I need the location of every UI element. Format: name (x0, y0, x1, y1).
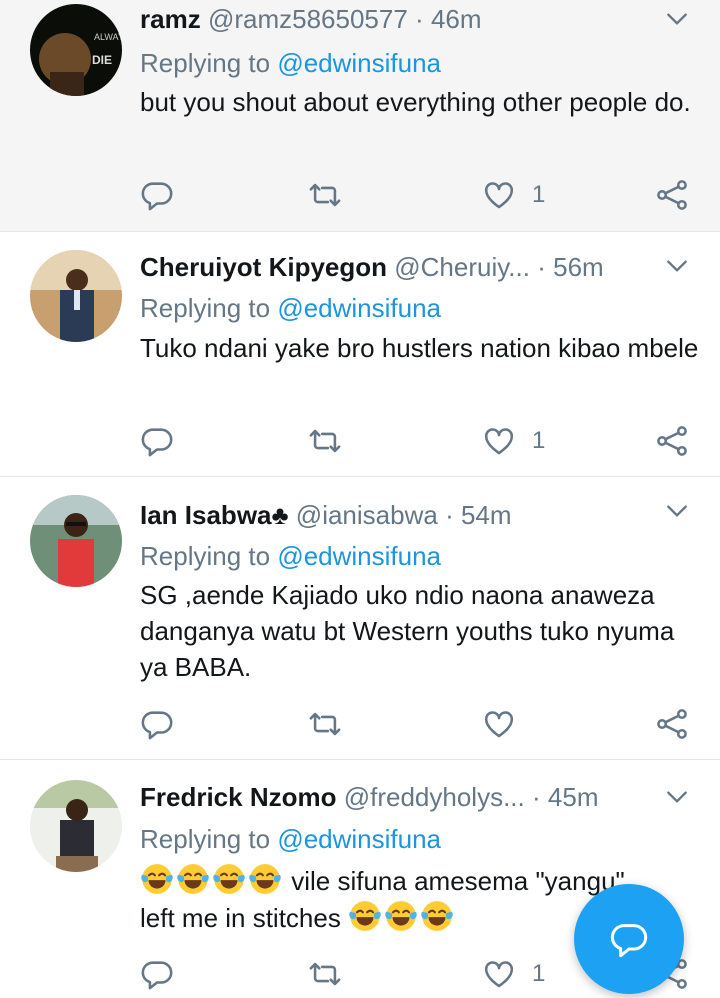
avatar[interactable] (30, 495, 122, 587)
timestamp[interactable]: 46m (431, 4, 482, 34)
tweet-header: Cheruiyot Kipyegon @Cheruiy... · 56m (140, 250, 650, 284)
separator: · (445, 500, 454, 530)
tweet-actions (140, 704, 700, 744)
replying-prefix: Replying to (140, 541, 278, 571)
face-with-tears-of-joy-icon (176, 862, 210, 896)
display-name[interactable]: Ian Isabwa (140, 500, 272, 530)
mention-link[interactable]: @edwinsifuna (277, 293, 441, 323)
chevron-down-icon[interactable] (664, 6, 690, 32)
share-icon (655, 424, 689, 458)
reply-button[interactable] (140, 704, 174, 744)
avatar[interactable] (30, 780, 122, 872)
face-with-tears-of-joy-icon (212, 862, 246, 896)
like-count: 1 (532, 181, 546, 208)
separator: · (415, 4, 424, 34)
like-count: 1 (532, 960, 546, 987)
avatar[interactable]: ALWAYS DIE (30, 4, 122, 96)
like-button[interactable] (482, 704, 532, 744)
separator: · (537, 252, 546, 282)
like-icon (482, 957, 516, 991)
replying-to: Replying to @edwinsifuna (140, 291, 441, 325)
retweet-icon (308, 707, 342, 741)
tweet-ramz[interactable]: ALWAYS DIE ramz @ramz58650577 · 46m Repl… (0, 0, 720, 232)
mention-link[interactable]: @edwinsifuna (277, 48, 441, 78)
tweet-text: Tuko ndani yake bro hustlers nation kiba… (140, 333, 699, 363)
display-name[interactable]: ramz (140, 4, 201, 34)
tweet-text: but you shout about everything other peo… (140, 87, 691, 117)
retweet-button[interactable] (308, 175, 342, 215)
timestamp[interactable]: 54m (461, 500, 512, 530)
like-icon (482, 424, 516, 458)
avatar[interactable] (30, 250, 122, 342)
reply-icon (140, 178, 174, 212)
tweet-header: Fredrick Nzomo @freddyholys... · 45m (140, 780, 650, 814)
share-icon (655, 178, 689, 212)
share-icon (655, 707, 689, 741)
like-count: 1 (532, 427, 546, 454)
share-button[interactable] (655, 421, 689, 461)
mention-link[interactable]: @edwinsifuna (277, 541, 441, 571)
retweet-icon (308, 178, 342, 212)
retweet-button[interactable] (308, 421, 342, 461)
retweet-icon (308, 957, 342, 991)
tweet-header: ramz @ramz58650577 · 46m (140, 2, 650, 36)
chevron-down-icon[interactable] (664, 498, 690, 524)
replying-to: Replying to @edwinsifuna (140, 46, 441, 80)
user-handle[interactable]: @ianisabwa (296, 500, 438, 530)
like-icon (482, 707, 516, 741)
tweet-text-part: vile sifuna amesema "yangu" (291, 866, 625, 896)
tweet-text-part: left me in stitches (140, 903, 341, 933)
user-handle[interactable]: @Cheruiy... (394, 252, 530, 282)
replying-to: Replying to @edwinsifuna (140, 539, 441, 573)
face-with-tears-of-joy-icon (348, 899, 382, 933)
chevron-down-icon[interactable] (664, 253, 690, 279)
tweet-cheruiyot[interactable]: Cheruiyot Kipyegon @Cheruiy... · 56m Rep… (0, 232, 720, 477)
user-handle[interactable]: @freddyholys... (344, 782, 525, 812)
reply-button[interactable] (140, 421, 174, 461)
like-icon (482, 178, 516, 212)
replying-to: Replying to @edwinsifuna (140, 822, 441, 856)
mention-link[interactable]: @edwinsifuna (277, 824, 441, 854)
reply-button[interactable] (140, 954, 174, 994)
timestamp[interactable]: 56m (553, 252, 604, 282)
reply-icon (140, 707, 174, 741)
face-with-tears-of-joy-icon (420, 899, 454, 933)
reply-icon (140, 424, 174, 458)
tweet-actions: 1 (140, 175, 700, 215)
share-button[interactable] (655, 175, 689, 215)
display-name[interactable]: Cheruiyot Kipyegon (140, 252, 387, 282)
tweet-actions: 1 (140, 421, 700, 461)
like-button[interactable]: 1 (482, 175, 545, 215)
reply-button[interactable] (140, 175, 174, 215)
retweet-button[interactable] (308, 704, 342, 744)
separator: · (532, 782, 541, 812)
avatar-text: DIE (92, 53, 112, 67)
face-with-tears-of-joy-icon (140, 862, 174, 896)
compose-reply-button[interactable] (574, 884, 684, 994)
replying-prefix: Replying to (140, 48, 278, 78)
retweet-button[interactable] (308, 954, 342, 994)
tweet-text: SG ,aende Kajiado uko ndio naona anaweza… (140, 580, 682, 682)
tweet-header: Ian Isabwa♣ @ianisabwa · 54m (140, 498, 650, 532)
share-button[interactable] (655, 704, 689, 744)
compose-reply-icon (610, 924, 648, 958)
user-handle[interactable]: @ramz58650577 (208, 4, 408, 34)
replying-prefix: Replying to (140, 293, 278, 323)
display-name[interactable]: Fredrick Nzomo (140, 782, 337, 812)
timestamp[interactable]: 45m (548, 782, 599, 812)
like-button[interactable]: 1 (482, 954, 545, 994)
chevron-down-icon[interactable] (664, 784, 690, 810)
reply-icon (140, 957, 174, 991)
replying-prefix: Replying to (140, 824, 278, 854)
face-with-tears-of-joy-icon (248, 862, 282, 896)
retweet-icon (308, 424, 342, 458)
avatar-text: ALWAYS (94, 32, 122, 42)
face-with-tears-of-joy-icon (384, 899, 418, 933)
tweet-ian-isabwa[interactable]: Ian Isabwa♣ @ianisabwa · 54m Replying to… (0, 477, 720, 760)
club-icon: ♣ (271, 500, 289, 530)
like-button[interactable]: 1 (482, 421, 545, 461)
